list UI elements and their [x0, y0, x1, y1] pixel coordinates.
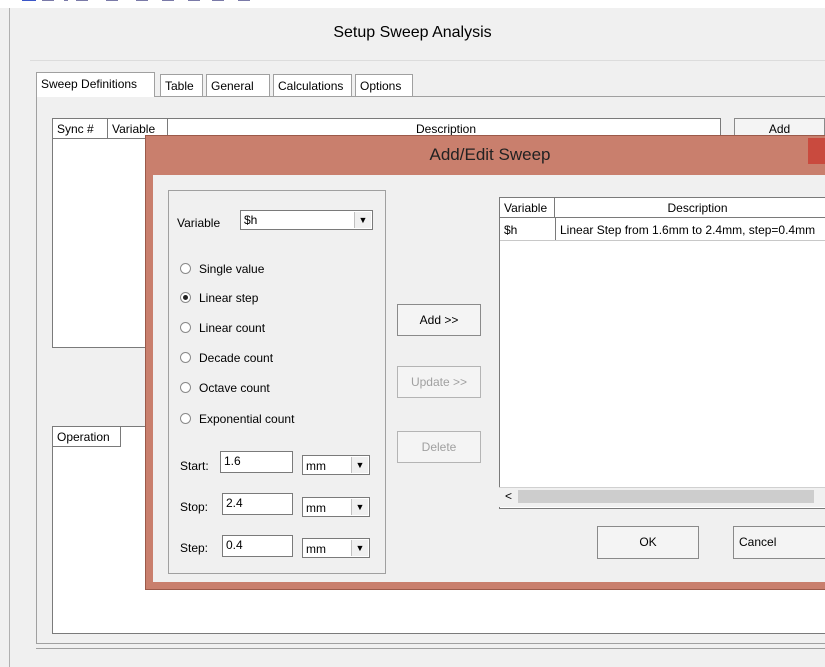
dropdown-arrow-icon[interactable]: ▼: [351, 499, 368, 515]
toolbar-icon[interactable]: [238, 0, 250, 7]
radio-icon[interactable]: [180, 352, 191, 363]
radio-single-value[interactable]: Single value: [180, 260, 264, 278]
title-divider: [30, 60, 825, 61]
cancel-button[interactable]: Cancel: [733, 526, 825, 559]
tab-general[interactable]: General: [206, 74, 270, 96]
window-edge: [9, 8, 10, 667]
tab-options[interactable]: Options: [355, 74, 413, 96]
stop-unit-select[interactable]: mm ▼: [302, 497, 370, 517]
tab-sweep-definitions[interactable]: Sweep Definitions: [36, 72, 155, 97]
radio-label: Exponential count: [199, 412, 295, 426]
radio-decade-count[interactable]: Decade count: [180, 349, 273, 367]
window-title: Setup Sweep Analysis: [333, 24, 492, 41]
variable-select[interactable]: $h ▼: [240, 210, 373, 230]
radio-icon[interactable]: [180, 413, 191, 424]
radio-label: Linear count: [199, 321, 266, 335]
radio-icon[interactable]: [180, 382, 191, 393]
radio-linear-step[interactable]: Linear step: [180, 289, 258, 307]
variable-label: Variable: [177, 216, 221, 230]
toolbar-icon[interactable]: [136, 0, 148, 7]
panel-divider: [36, 648, 825, 649]
radio-icon[interactable]: [180, 322, 191, 333]
toolbar-icon[interactable]: [22, 0, 36, 7]
radio-label: Single value: [199, 262, 265, 276]
delete-button[interactable]: Delete: [397, 431, 481, 463]
radio-label: Octave count: [199, 381, 270, 395]
column-header-variable[interactable]: Variable: [500, 198, 555, 218]
unit-value: mm: [306, 501, 326, 515]
step-label: Step:: [180, 541, 209, 555]
sweep-table[interactable]: Variable Description $h Linear Step from…: [499, 197, 825, 509]
toolbar-icon[interactable]: [42, 0, 54, 7]
update-button[interactable]: Update >>: [397, 366, 481, 398]
toolbar: [0, 0, 825, 8]
column-header-operation[interactable]: Operation: [53, 427, 121, 447]
start-label: Start:: [180, 459, 209, 473]
radio-octave-count[interactable]: Octave count: [180, 379, 270, 397]
scroll-left-icon[interactable]: <: [505, 489, 512, 503]
radio-selected-icon[interactable]: [180, 292, 191, 303]
toolbar-icon[interactable]: [162, 0, 174, 7]
dialog-title: Add/Edit Sweep: [429, 145, 551, 164]
radio-exponential-count[interactable]: Exponential count: [180, 410, 294, 428]
dropdown-arrow-icon[interactable]: ▼: [351, 457, 368, 473]
toolbar-icon[interactable]: [212, 0, 224, 7]
toolbar-icon[interactable]: [64, 0, 68, 7]
variable-select-value: $h: [244, 213, 258, 227]
radio-icon[interactable]: [180, 263, 191, 274]
radio-label: Decade count: [199, 351, 274, 365]
toolbar-icon[interactable]: [188, 0, 200, 7]
add-sweep-button[interactable]: Add >>: [397, 304, 481, 336]
unit-value: mm: [306, 459, 326, 473]
dropdown-arrow-icon[interactable]: ▼: [354, 212, 371, 228]
radio-label: Linear step: [199, 291, 259, 305]
toolbar-icon[interactable]: [106, 0, 118, 7]
ok-button[interactable]: OK: [597, 526, 699, 559]
start-input[interactable]: 1.6: [220, 451, 293, 473]
toolbar-icon[interactable]: [76, 0, 88, 7]
column-header-description[interactable]: Description: [555, 198, 825, 218]
row-description: Linear Step from 1.6mm to 2.4mm, step=0.…: [560, 223, 816, 237]
column-header-sync[interactable]: Sync #: [53, 119, 108, 139]
tab-table[interactable]: Table: [160, 74, 203, 96]
step-unit-select[interactable]: mm ▼: [302, 538, 370, 558]
row-variable: $h: [504, 223, 518, 237]
close-button[interactable]: [808, 138, 825, 164]
table-row[interactable]: $h Linear Step from 1.6mm to 2.4mm, step…: [500, 218, 825, 241]
radio-linear-count[interactable]: Linear count: [180, 319, 265, 337]
cell-divider: [555, 218, 556, 240]
stop-input[interactable]: 2.4: [222, 493, 293, 515]
tab-calculations[interactable]: Calculations: [273, 74, 352, 96]
start-unit-select[interactable]: mm ▼: [302, 455, 370, 475]
unit-value: mm: [306, 542, 326, 556]
dropdown-arrow-icon[interactable]: ▼: [351, 540, 368, 556]
step-input[interactable]: 0.4: [222, 535, 293, 557]
stop-label: Stop:: [180, 500, 209, 514]
scrollbar-thumb[interactable]: [518, 490, 814, 503]
